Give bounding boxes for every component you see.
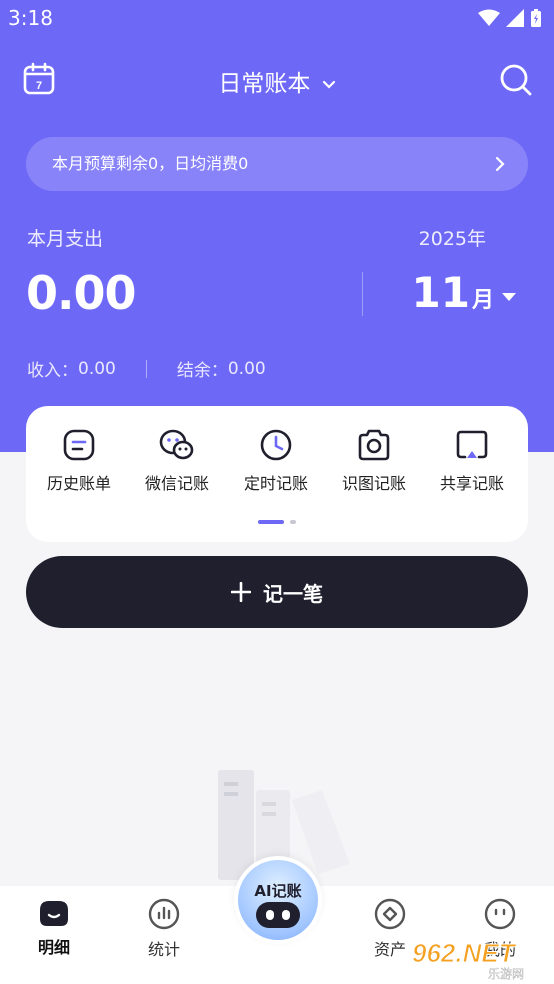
watermark-logo: 962.NET 乐游网	[412, 938, 525, 981]
page-dot-active	[258, 520, 284, 524]
quick-action-label: 识图记账	[341, 474, 406, 493]
quick-action-label: 微信记账	[144, 474, 209, 493]
month-selector[interactable]: 11 月	[412, 268, 516, 317]
quick-action-label: 定时记账	[243, 474, 308, 493]
quick-action-wechat[interactable]: 微信记账	[128, 428, 226, 494]
triangle-down-icon	[502, 293, 516, 301]
month-number: 11	[411, 268, 470, 317]
assets-icon	[374, 898, 406, 930]
quick-action-label: 共享记账	[439, 474, 504, 493]
ai-robot-icon: AI记账	[238, 860, 318, 940]
monthly-spend-label: 本月支出	[27, 228, 104, 250]
year-label: 2025年	[418, 228, 486, 250]
battery-icon	[531, 9, 541, 27]
book-selector[interactable]: 日常账本	[0, 64, 554, 98]
income-label: 收入：	[27, 361, 78, 381]
bill-history-icon	[63, 429, 95, 461]
clock-icon	[260, 429, 292, 461]
quick-action-scan[interactable]: 识图记账	[325, 428, 423, 494]
status-time: 3:18	[8, 6, 53, 30]
chevron-right-icon	[495, 156, 505, 172]
status-bar: 3:18	[0, 0, 554, 38]
add-record-label: 记一笔	[263, 581, 323, 606]
quick-action-scheduled[interactable]: 定时记账	[227, 428, 325, 494]
divider	[362, 272, 363, 316]
top-bar: 7 日常账本	[0, 52, 554, 108]
svg-text:962.NET: 962.NET	[412, 938, 517, 968]
budget-banner[interactable]: 本月预算剩余0，日均消费0	[26, 137, 528, 191]
quick-action-history[interactable]: 历史账单	[30, 428, 128, 494]
divider	[145, 359, 147, 378]
detail-home-icon	[40, 901, 68, 926]
ai-button-label: AI记账	[254, 882, 302, 900]
robot-eye	[266, 910, 274, 920]
camera-icon	[358, 429, 390, 461]
ai-bookkeeping-button[interactable]: AI记账	[234, 856, 322, 944]
page-indicator	[258, 520, 296, 524]
chevron-down-icon	[322, 80, 335, 89]
income-balance-row: 收入： 0.00 结余： 0.00	[27, 356, 266, 382]
wechat-icon	[159, 429, 194, 460]
add-record-button[interactable]: 记一笔	[26, 556, 528, 628]
income-value: 0.00	[78, 358, 116, 379]
page-dot	[290, 520, 296, 524]
month-unit: 月	[471, 288, 494, 313]
quick-actions-card: 历史账单 微信记账 定时记账 识图记账 共享记账	[26, 406, 528, 542]
tab-stats[interactable]: 统计	[124, 898, 204, 960]
tab-label: 明细	[37, 938, 70, 957]
plus-icon	[231, 582, 251, 602]
tab-label: 统计	[147, 940, 180, 959]
tab-detail[interactable]: 明细	[14, 898, 94, 958]
wifi-icon	[478, 9, 500, 26]
monthly-spend-amount: 0.00	[26, 266, 136, 320]
robot-face	[256, 902, 300, 928]
budget-text: 本月预算剩余0，日均消费0	[52, 154, 249, 173]
svg-text:乐游网: 乐游网	[488, 967, 524, 980]
book-name: 日常账本	[218, 71, 311, 97]
quick-action-label: 历史账单	[46, 474, 111, 493]
status-icons	[478, 8, 542, 28]
share-screen-icon	[456, 430, 488, 459]
quick-action-share[interactable]: 共享记账	[423, 428, 521, 494]
balance-value: 0.00	[227, 358, 266, 379]
signal-icon	[506, 9, 524, 27]
stats-icon	[148, 898, 180, 930]
profile-icon	[484, 898, 516, 930]
search-icon[interactable]	[498, 62, 534, 98]
robot-eye	[282, 910, 290, 920]
balance-label: 结余：	[176, 361, 228, 381]
